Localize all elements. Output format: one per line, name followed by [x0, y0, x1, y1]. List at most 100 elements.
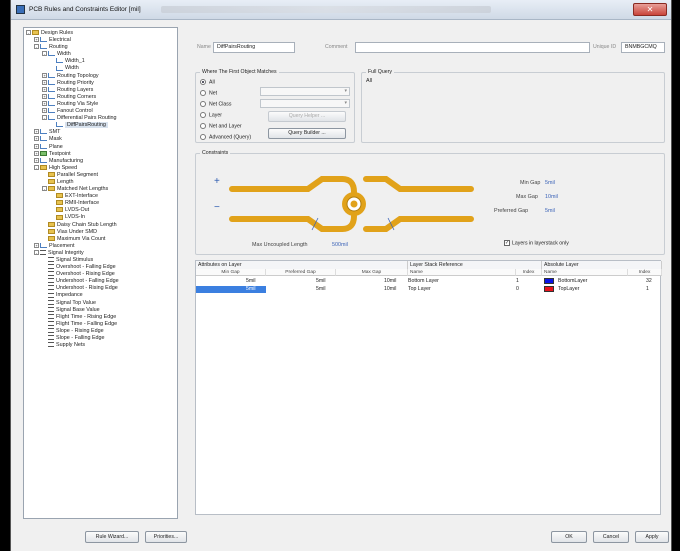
tree-item[interactable]: + Fanout Control [24, 108, 177, 115]
tree-item[interactable]: + Placement [24, 243, 177, 250]
radio-all[interactable]: All [200, 79, 215, 85]
col-min-gap[interactable]: Min Gap [196, 269, 266, 276]
tree-item[interactable]: Width_1 [24, 58, 177, 65]
radio-net-class[interactable]: Net Class [200, 101, 232, 107]
tree-item[interactable]: DiffPairsRouting [24, 122, 177, 129]
tree-item[interactable]: Parallel Segment [24, 172, 177, 179]
tree-item[interactable]: Impedance [24, 292, 177, 299]
radio-layer[interactable]: Layer [200, 112, 222, 118]
full-query-text[interactable]: All [366, 78, 372, 84]
tree-item[interactable]: - Design Rules [24, 30, 177, 37]
tree-item[interactable]: Flight Time - Rising Edge [24, 314, 177, 321]
tree-item[interactable]: + Routing Corners [24, 94, 177, 101]
col-layer-name[interactable]: Name [408, 269, 516, 276]
tree-item[interactable]: Overshoot - Falling Edge [24, 264, 177, 271]
max-gap-value[interactable]: 10mil [545, 194, 558, 200]
tree-item[interactable]: Slope - Falling Edge [24, 335, 177, 342]
col-max-gap[interactable]: Max Gap [336, 269, 408, 276]
expand-icon[interactable]: + [42, 101, 47, 107]
collapse-icon[interactable]: - [34, 164, 39, 170]
radio-net-and-layer[interactable]: Net and Layer [200, 123, 242, 129]
tree-item[interactable]: Vias Under SMD [24, 229, 177, 236]
tree-item[interactable]: Daisy Chain Stub Length [24, 222, 177, 229]
preferred-gap-value[interactable]: 5mil [545, 208, 555, 214]
tree-item[interactable]: + Testpoint [24, 151, 177, 158]
net-class-combo[interactable] [260, 99, 350, 108]
expand-icon[interactable]: + [42, 86, 47, 92]
expand-icon[interactable]: + [42, 108, 47, 114]
expand-icon[interactable]: + [34, 150, 39, 156]
close-icon[interactable]: ✕ [633, 3, 667, 16]
cancel-button[interactable]: Cancel [593, 531, 629, 543]
max-uncoupled-length-value[interactable]: 500mil [332, 242, 348, 248]
tree-item[interactable]: Supply Nets [24, 342, 177, 349]
expand-icon[interactable]: + [34, 129, 39, 135]
tree-item[interactable]: Flight Time - Falling Edge [24, 321, 177, 328]
col-layer-index[interactable]: Index [516, 269, 542, 276]
expand-icon[interactable]: + [42, 93, 47, 99]
apply-button[interactable]: Apply [635, 531, 669, 543]
tree-item[interactable]: + Electrical [24, 37, 177, 44]
tree-item[interactable]: Signal Stimulus [24, 257, 177, 264]
tree-item[interactable]: + Routing Layers [24, 87, 177, 94]
expand-icon[interactable]: + [34, 157, 39, 163]
tree-item[interactable]: Width [24, 65, 177, 72]
priorities-button[interactable]: Priorities... [145, 531, 187, 543]
query-builder-button[interactable]: Query Builder ... [268, 128, 346, 139]
query-helper-button[interactable]: Query Helper ... [268, 111, 346, 122]
radio-advanced-query[interactable]: Advanced (Query) [200, 134, 251, 140]
tree-item[interactable]: Signal Base Value [24, 307, 177, 314]
expand-icon[interactable]: + [34, 242, 39, 248]
ok-button[interactable]: OK [551, 531, 587, 543]
tree-item[interactable]: - Width [24, 51, 177, 58]
comment-field[interactable] [355, 42, 590, 53]
tree-item[interactable]: Overshoot - Rising Edge [24, 271, 177, 278]
unique-id-field[interactable]: BNMBGCMQ [621, 42, 665, 53]
expand-icon[interactable]: + [42, 72, 47, 78]
layer-attributes-table[interactable]: Attributes on Layer Layer Stack Referenc… [195, 260, 662, 515]
tree-item[interactable]: RMII-Interface [24, 200, 177, 207]
tree-item[interactable]: + Plane [24, 144, 177, 151]
tree-item[interactable]: LVDS-In [24, 214, 177, 221]
tree-item[interactable]: Undershoot - Falling Edge [24, 278, 177, 285]
tree-item[interactable]: Slope - Rising Edge [24, 328, 177, 335]
tree-item[interactable]: - Signal Integrity [24, 250, 177, 257]
col-preferred-gap[interactable]: Preferred Gap [266, 269, 336, 276]
tree-item[interactable]: + Routing Topology [24, 73, 177, 80]
rule-tree[interactable]: - Design Rules + Electrical - Routing - Width Wi… [23, 27, 178, 519]
expand-icon[interactable]: + [34, 143, 39, 149]
row1-preferred-gap[interactable]: 5mil [316, 277, 326, 285]
col-abs-layer-index[interactable]: Index [628, 269, 662, 276]
collapse-icon[interactable]: - [26, 30, 31, 36]
col-abs-layer-name[interactable]: Name [542, 269, 628, 276]
collapse-icon[interactable]: - [34, 249, 39, 255]
min-gap-value[interactable]: 5mil [545, 180, 555, 186]
tree-item[interactable]: LVDS-Out [24, 207, 177, 214]
tree-item[interactable]: + Mask [24, 136, 177, 143]
tree-item[interactable]: - High Speed [24, 165, 177, 172]
layers-in-layerstack-checkbox[interactable]: ✓ Layers in layerstack only [504, 240, 569, 246]
collapse-icon[interactable]: - [42, 115, 47, 121]
radio-net[interactable]: Net [200, 90, 217, 96]
row1-max-gap[interactable]: 10mil [384, 277, 396, 285]
net-combo[interactable] [260, 87, 350, 96]
tree-item[interactable]: + Manufacturing [24, 158, 177, 165]
collapse-icon[interactable]: - [34, 44, 39, 50]
tree-item[interactable]: - Routing [24, 44, 177, 51]
row2-preferred-gap[interactable]: 5mil [316, 285, 326, 293]
rule-wizard-button[interactable]: Rule Wizard... [85, 531, 139, 543]
tree-item[interactable]: + Routing Priority [24, 80, 177, 87]
expand-icon[interactable]: + [34, 37, 39, 43]
tree-item[interactable]: Undershoot - Rising Edge [24, 285, 177, 292]
row1-min-gap[interactable]: 5mil [246, 277, 256, 285]
collapse-icon[interactable]: - [42, 186, 47, 192]
expand-icon[interactable]: + [42, 79, 47, 85]
tree-item[interactable]: - Differential Pairs Routing [24, 115, 177, 122]
tree-item[interactable]: Maximum Via Count [24, 236, 177, 243]
expand-icon[interactable]: + [34, 136, 39, 142]
tree-item[interactable]: - Matched Net Lengths [24, 186, 177, 193]
tree-item[interactable]: + Routing Via Style [24, 101, 177, 108]
row2-min-gap[interactable]: 5mil [246, 285, 256, 293]
tree-item[interactable]: + SMT [24, 129, 177, 136]
collapse-icon[interactable]: - [42, 51, 47, 57]
